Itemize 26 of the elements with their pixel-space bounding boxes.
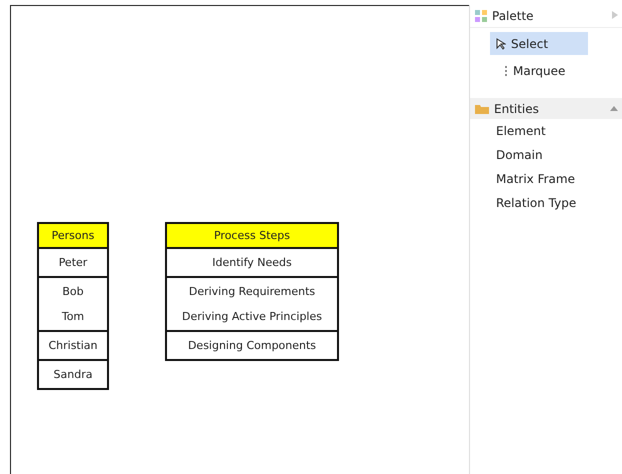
palette-item[interactable]: Domain (470, 143, 622, 167)
table-header: Persons (39, 224, 107, 249)
triangle-right-icon[interactable] (612, 10, 618, 18)
palette-tool[interactable]: Select (490, 32, 588, 55)
palette-item[interactable]: Matrix Frame (470, 167, 622, 191)
table-cell: Bob (62, 285, 84, 298)
palette-tool[interactable]: Marquee (490, 59, 588, 82)
table-cell: Deriving Requirements (188, 285, 316, 298)
folder-icon (474, 102, 490, 114)
table-cell: Designing Components (188, 339, 316, 352)
drawer-title: Entities (494, 102, 539, 116)
table-cell: Tom (62, 310, 84, 323)
arrow-pointer-icon (496, 38, 506, 50)
chevron-icon (610, 106, 618, 110)
palette-icon (474, 9, 488, 23)
palette-item[interactable]: Relation Type (470, 191, 622, 215)
table-header: Process Steps (167, 224, 337, 249)
table-cell: Deriving Active Principles (182, 310, 322, 323)
table-cell: Identify Needs (212, 256, 292, 269)
dotted-line-icon (504, 64, 508, 76)
table-cell: Sandra (54, 368, 92, 381)
palette-item[interactable]: Element (470, 119, 622, 143)
table-cell: Peter (58, 256, 88, 269)
palette-title: Palette (492, 9, 534, 23)
table-cell: Christian (48, 339, 98, 352)
drawer-header[interactable]: Entities (470, 98, 622, 119)
